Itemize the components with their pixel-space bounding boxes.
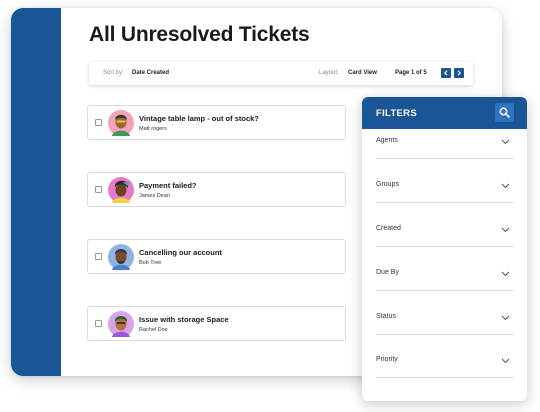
avatar (108, 177, 134, 203)
filter-label: Created (376, 225, 401, 232)
ticket-card[interactable]: Issue with storage Space Rachel Doe (87, 306, 346, 341)
filter-groups[interactable]: Groups (376, 181, 514, 203)
page-title: All Unresolved Tickets (89, 23, 310, 46)
ticket-requester: Rachel Doe (139, 327, 168, 333)
ticket-checkbox[interactable] (95, 253, 102, 260)
next-page-button[interactable] (454, 68, 464, 78)
sidebar (11, 8, 61, 376)
filters-title: FILTERS (376, 108, 417, 119)
chevron-down-icon (501, 271, 510, 277)
filter-agents[interactable]: Agents (376, 137, 514, 159)
prev-page-button[interactable] (441, 68, 451, 78)
layout-dropdown[interactable]: Card View (348, 70, 377, 76)
ticket-card[interactable]: Cancelling our account Bob Tree (87, 239, 346, 274)
chevron-down-icon (501, 183, 510, 189)
filter-created[interactable]: Created (376, 225, 514, 247)
filter-label: Groups (376, 181, 399, 188)
filters-panel: FILTERS Agents Groups Created Due By Sta… (362, 97, 527, 401)
sort-label: Sort by: (103, 70, 124, 76)
avatar (108, 110, 134, 136)
filters-search-button[interactable] (495, 103, 514, 122)
avatar (108, 311, 134, 337)
sort-dropdown[interactable]: Date Created (132, 70, 169, 76)
ticket-title: Payment failed? (139, 181, 197, 190)
filter-label: Status (376, 313, 396, 320)
ticket-requester: James Dean (139, 193, 170, 199)
ticket-title: Vintage table lamp - out of stock? (139, 114, 259, 123)
filter-status[interactable]: Status (376, 313, 514, 335)
filter-label: Due By (376, 269, 399, 276)
chevron-right-icon (457, 70, 461, 76)
layout-label: Layout: (319, 70, 339, 76)
ticket-card[interactable]: Payment failed? James Dean (87, 172, 346, 207)
ticket-requester: Bob Tree (139, 260, 162, 266)
ticket-requester: Matt rogers (139, 126, 167, 132)
ticket-card[interactable]: Vintage table lamp - out of stock? Matt … (87, 105, 346, 140)
chevron-down-icon (501, 139, 510, 145)
avatar (108, 244, 134, 270)
ticket-title: Issue with storage Space (139, 315, 229, 324)
filter-label: Agents (376, 137, 398, 144)
ticket-checkbox[interactable] (95, 186, 102, 193)
filter-label: Priority (376, 356, 398, 363)
chevron-down-icon (501, 358, 510, 364)
filters-header: FILTERS (362, 97, 527, 129)
chevron-down-icon (501, 315, 510, 321)
page-indicator: Page 1 of 5 (395, 70, 427, 76)
ticket-checkbox[interactable] (95, 320, 102, 327)
filter-priority[interactable]: Priority (376, 356, 514, 378)
ticket-title: Cancelling our account (139, 248, 222, 257)
ticket-checkbox[interactable] (95, 119, 102, 126)
filter-due-by[interactable]: Due By (376, 269, 514, 291)
chevron-down-icon (501, 227, 510, 233)
chevron-left-icon (444, 70, 448, 76)
ticket-toolbar: Sort by: Date Created Layout: Card View … (89, 62, 473, 85)
search-icon (499, 107, 510, 118)
